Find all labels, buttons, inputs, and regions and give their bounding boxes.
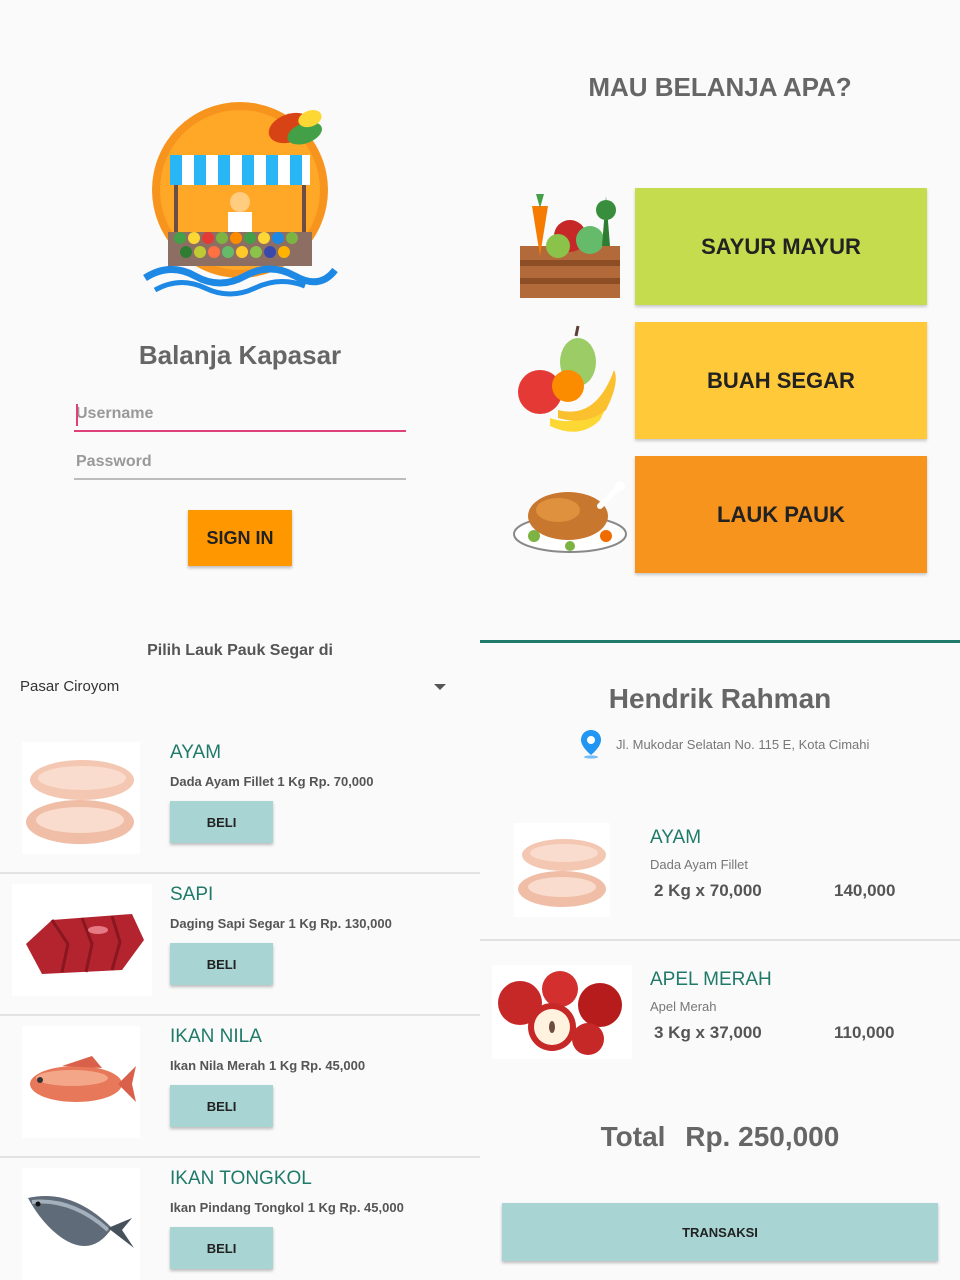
customer-name: Hendrik Rahman: [608, 683, 832, 714]
username-field[interactable]: [74, 398, 406, 432]
buy-button[interactable]: BELI: [170, 1227, 273, 1269]
item-name: SAPI: [170, 884, 214, 905]
vegetable-crate-icon: [520, 194, 620, 298]
item-description: Ikan Nila Merah 1 Kg Rp. 45,000: [170, 1058, 366, 1073]
cart-item: APEL MERAH Apel Merah 3 Kg x 37,000 110,…: [480, 937, 960, 1079]
market-dropdown-value: Pasar Ciroyom: [20, 678, 120, 695]
app-title: Balanja Kapasar: [138, 340, 342, 370]
total-value: Rp. 250,000: [685, 1121, 840, 1152]
transaction-button[interactable]: TRANSAKSI: [502, 1203, 938, 1261]
product-list-screen: Pilih Lauk Pauk Segar di Pasar Ciroyom A…: [0, 640, 480, 1280]
buy-button[interactable]: BELI: [170, 1085, 273, 1127]
list-item: AYAM Dada Ayam Fillet 1 Kg Rp. 70,000 BE…: [0, 732, 480, 874]
item-name: AYAM: [170, 742, 222, 763]
cart-item-sub: Apel Merah: [650, 999, 717, 1014]
password-field[interactable]: [74, 446, 406, 480]
item-name: IKAN TONGKOL: [170, 1168, 312, 1189]
cart-item-amount: 110,000: [834, 1023, 895, 1042]
cart-total: Total Rp. 250,000: [480, 1121, 960, 1153]
fruit-basket-icon: [518, 325, 616, 432]
category-buah-segar-button[interactable]: BUAH SEGAR: [635, 322, 927, 439]
chicken-breast-icon: [22, 742, 140, 854]
item-name: IKAN NILA: [170, 1026, 262, 1047]
sign-in-button[interactable]: SIGN IN: [188, 510, 292, 566]
list-item: IKAN NILA Ikan Nila Merah 1 Kg Rp. 45,00…: [0, 1016, 480, 1158]
cart-item-name: APEL MERAH: [650, 969, 772, 990]
total-label: Total: [600, 1121, 666, 1152]
chicken-breast-icon: [514, 823, 610, 917]
username-input[interactable]: [74, 398, 406, 430]
dropdown-arrow-icon[interactable]: [434, 684, 446, 690]
item-description: Ikan Pindang Tongkol 1 Kg Rp. 45,000: [170, 1200, 404, 1215]
cart-item: AYAM Dada Ayam Fillet 2 Kg x 70,000 140,…: [480, 795, 960, 937]
cart-item-amount: 140,000: [834, 881, 896, 900]
customer-address: Jl. Mukodar Selatan No. 115 E, Kota Cima…: [580, 729, 869, 759]
roast-chicken-icon: [513, 481, 627, 553]
login-screen: Balanja Kapasar SIGN IN: [0, 0, 480, 640]
category-sayur-mayur-button[interactable]: SAYUR MAYUR: [635, 188, 927, 305]
buy-button[interactable]: BELI: [170, 801, 273, 843]
cart-item-qty: 2 Kg x 70,000: [654, 881, 762, 900]
list-item: SAPI Daging Sapi Segar 1 Kg Rp. 130,000 …: [0, 874, 480, 1016]
red-apples-icon: [492, 965, 632, 1059]
cart-item-qty: 3 Kg x 37,000: [654, 1023, 762, 1042]
market-dropdown[interactable]: Pasar Ciroyom: [20, 678, 450, 700]
cart-screen: Hendrik Rahman Jl. Mukodar Selatan No. 1…: [480, 640, 960, 1280]
category-lauk-pauk-button[interactable]: LAUK PAUK: [635, 456, 927, 573]
address-text: Jl. Mukodar Selatan No. 115 E, Kota Cima…: [616, 736, 870, 752]
list-item: IKAN TONGKOL Ikan Pindang Tongkol 1 Kg R…: [0, 1158, 480, 1280]
buy-button[interactable]: BELI: [170, 943, 273, 985]
item-description: Dada Ayam Fillet 1 Kg Rp. 70,000: [170, 774, 374, 789]
location-pin-icon: [581, 730, 601, 759]
market-stall-logo: [143, 102, 338, 297]
list-heading: Pilih Lauk Pauk Segar di: [147, 642, 333, 659]
cart-item-sub: Dada Ayam Fillet: [650, 857, 749, 872]
text-cursor: [76, 404, 78, 426]
tilapia-fish-icon: [22, 1026, 140, 1138]
beef-icon: [12, 884, 152, 996]
cart-item-name: AYAM: [650, 827, 702, 848]
item-description: Daging Sapi Segar 1 Kg Rp. 130,000: [170, 916, 392, 931]
category-screen: MAU BELANJA APA? SAYUR MAYUR BUAH SEGAR …: [480, 0, 960, 640]
category-title: MAU BELANJA APA?: [588, 72, 852, 102]
password-input[interactable]: [74, 446, 406, 478]
tuna-fish-icon: [22, 1168, 140, 1280]
